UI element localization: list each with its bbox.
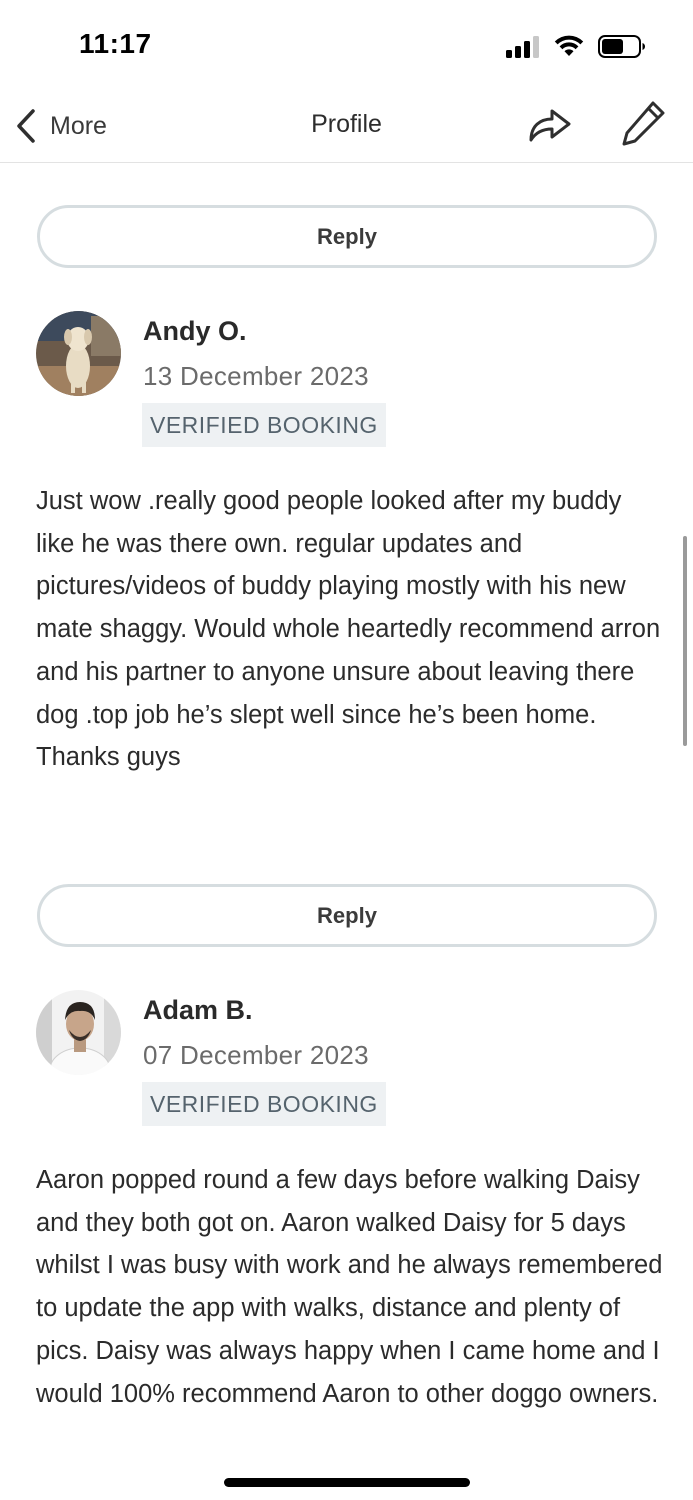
reviews-list[interactable]: Reply Andy O. 13 December 2023 VERIFIED …	[0, 164, 693, 1440]
review-date: 07 December 2023	[143, 1040, 369, 1070]
reply-button[interactable]: Reply	[37, 884, 657, 947]
share-arrow-icon[interactable]	[526, 100, 574, 148]
reviewer-name: Adam B.	[143, 995, 253, 1025]
reply-button[interactable]: Reply	[37, 205, 657, 268]
avatar	[36, 311, 121, 396]
battery-icon	[598, 35, 645, 58]
wifi-icon	[554, 35, 584, 56]
status-time: 11:17	[79, 28, 152, 59]
scrollbar[interactable]	[683, 536, 687, 746]
page-title: Profile	[311, 110, 382, 138]
verified-badge: VERIFIED BOOKING	[142, 403, 386, 447]
nav-bar: More Profile	[0, 90, 693, 163]
review-date: 13 December 2023	[143, 361, 369, 391]
cellular-signal-icon	[506, 36, 542, 58]
pencil-icon[interactable]	[620, 98, 668, 148]
review-text: Just wow .really good people looked afte…	[36, 487, 661, 772]
status-bar: 11:17	[0, 0, 693, 90]
screen: 11:17 More Profile Reply Andy O. 13 Dece…	[0, 0, 693, 1500]
reviewer-name: Andy O.	[143, 316, 247, 346]
review-card: Andy O. 13 December 2023 VERIFIED BOOKIN…	[0, 311, 693, 871]
review-text: Aaron popped round a few days before wal…	[36, 1166, 663, 1408]
verified-badge: VERIFIED BOOKING	[142, 1082, 386, 1126]
home-indicator[interactable]	[224, 1478, 470, 1487]
avatar	[36, 990, 121, 1075]
review-card: Adam B. 07 December 2023 VERIFIED BOOKIN…	[0, 990, 693, 1440]
